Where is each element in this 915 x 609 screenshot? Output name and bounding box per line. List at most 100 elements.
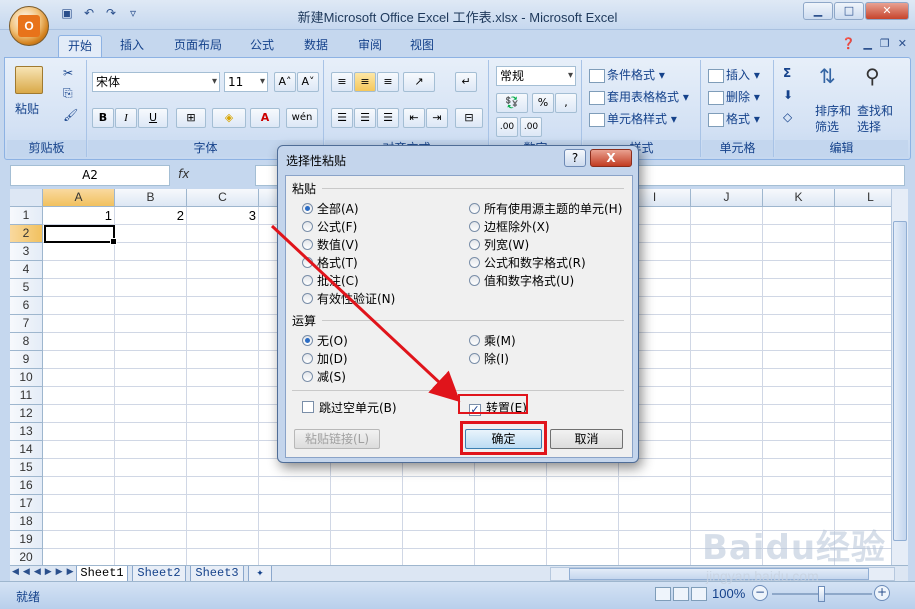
find-binoculars-icon[interactable]: ⚲ xyxy=(865,64,880,88)
align-center-icon[interactable]: ☰ xyxy=(354,108,376,128)
skip-blanks-checkbox[interactable]: 跳过空单元(B) xyxy=(302,399,397,416)
row-header-6[interactable]: 6 xyxy=(10,297,43,315)
row-header-1[interactable]: 1 xyxy=(10,207,43,225)
cell-a1[interactable]: 1 xyxy=(43,207,115,225)
tab-insert[interactable]: 插入 xyxy=(112,35,152,57)
paste-link-button[interactable]: 粘贴链接(L) xyxy=(294,429,380,449)
autosum-button[interactable]: Σ xyxy=(783,66,791,80)
font-size-select[interactable]: 11 xyxy=(224,72,268,92)
paste-option-column-widths[interactable]: 列宽(W) xyxy=(469,236,529,253)
row-header-2[interactable]: 2 xyxy=(10,225,43,243)
paste-option-values-numbers[interactable]: 值和数字格式(U) xyxy=(469,272,574,289)
bold-button[interactable]: B xyxy=(92,108,114,128)
zoom-in-button[interactable]: + xyxy=(874,585,890,601)
operation-add[interactable]: 加(D) xyxy=(302,350,348,367)
align-left-icon[interactable]: ☰ xyxy=(331,108,353,128)
ribbon-restore-icon[interactable]: ❐ xyxy=(880,37,890,50)
operation-none[interactable]: 无(O) xyxy=(302,332,348,349)
operation-divide[interactable]: 除(I) xyxy=(469,350,509,367)
format-cells-button[interactable]: 格式 ▾ xyxy=(708,110,760,127)
column-header-l[interactable]: L xyxy=(835,189,891,207)
sort-filter-label-2[interactable]: 筛选 xyxy=(815,118,839,135)
paste-option-validation[interactable]: 有效性验证(N) xyxy=(302,290,395,307)
shrink-font-icon[interactable]: A˅ xyxy=(297,72,319,92)
help-icon[interactable]: ❓ xyxy=(842,37,856,50)
page-break-view-icon[interactable] xyxy=(691,587,707,601)
row-header-8[interactable]: 8 xyxy=(10,333,43,351)
zoom-level[interactable]: 100% xyxy=(712,586,745,601)
number-format-select[interactable]: 常规 xyxy=(496,66,576,86)
find-select-label-1[interactable]: 查找和 xyxy=(857,102,893,119)
comma-button[interactable]: , xyxy=(555,93,577,113)
cell-style-button[interactable]: 单元格样式 ▾ xyxy=(589,110,677,127)
align-right-icon[interactable]: ☰ xyxy=(377,108,399,128)
paste-option-comments[interactable]: 批注(C) xyxy=(302,272,359,289)
row-header-17[interactable]: 17 xyxy=(10,495,43,513)
page-layout-view-icon[interactable] xyxy=(673,587,689,601)
percent-button[interactable]: % xyxy=(532,93,554,113)
tab-page-layout[interactable]: 页面布局 xyxy=(166,35,230,57)
active-cell-a2[interactable] xyxy=(44,225,117,245)
sheet-tab-3[interactable]: Sheet3 xyxy=(190,566,244,582)
paste-option-all[interactable]: 全部(A) xyxy=(302,200,359,217)
sheet-nav-icons[interactable]: ◀◀◀▶▶▶ xyxy=(12,567,78,577)
align-top-icon[interactable]: ≡ xyxy=(331,72,353,92)
paste-option-values[interactable]: 数值(V) xyxy=(302,236,359,253)
row-header-11[interactable]: 11 xyxy=(10,387,43,405)
border-icon[interactable]: ⊞ xyxy=(176,108,206,128)
row-header-3[interactable]: 3 xyxy=(10,243,43,261)
merge-center-icon[interactable]: ⊟ xyxy=(455,108,483,128)
tab-view[interactable]: 视图 xyxy=(402,35,442,57)
conditional-format-button[interactable]: 条件格式 ▾ xyxy=(589,66,665,83)
paste-option-formulas[interactable]: 公式(F) xyxy=(302,218,357,235)
cut-icon[interactable]: ✂ xyxy=(63,66,73,80)
insert-cells-button[interactable]: 插入 ▾ xyxy=(708,66,760,83)
paste-option-source-theme[interactable]: 所有使用源主题的单元(H) xyxy=(469,200,622,217)
paste-icon[interactable] xyxy=(15,66,43,94)
cell-b1[interactable]: 2 xyxy=(115,207,187,225)
cell-c1[interactable]: 3 xyxy=(187,207,259,225)
vertical-scroll-thumb[interactable] xyxy=(893,221,907,541)
copy-icon[interactable]: ⎘ xyxy=(63,86,73,101)
wrap-text-icon[interactable]: ↵ xyxy=(455,72,477,92)
normal-view-icon[interactable] xyxy=(655,587,671,601)
row-header-7[interactable]: 7 xyxy=(10,315,43,333)
column-header-j[interactable]: J xyxy=(691,189,763,207)
zoom-slider-thumb[interactable] xyxy=(818,586,825,602)
row-header-15[interactable]: 15 xyxy=(10,459,43,477)
row-header-14[interactable]: 14 xyxy=(10,441,43,459)
row-header-19[interactable]: 19 xyxy=(10,531,43,549)
fill-color-icon[interactable]: ◈ xyxy=(212,108,246,128)
font-name-select[interactable]: 宋体 xyxy=(92,72,220,92)
phonetic-button[interactable]: wén xyxy=(286,108,318,128)
sheet-tab-1[interactable]: Sheet1 xyxy=(76,566,128,582)
name-box[interactable]: A2 xyxy=(10,165,170,186)
ribbon-close-icon[interactable]: ✕ xyxy=(898,37,907,50)
delete-cells-button[interactable]: 删除 ▾ xyxy=(708,88,760,105)
align-bottom-icon[interactable]: ≡ xyxy=(377,72,399,92)
clear-icon[interactable]: ◇ xyxy=(783,110,792,124)
insert-function-button[interactable]: fx xyxy=(178,167,256,185)
ribbon-minimize-icon[interactable]: ▁ xyxy=(863,37,871,50)
decrease-indent-icon[interactable]: ⇤ xyxy=(403,108,425,128)
operation-subtract[interactable]: 减(S) xyxy=(302,368,346,385)
column-header-a[interactable]: A xyxy=(43,189,115,207)
sort-filter-label-1[interactable]: 排序和 xyxy=(815,102,851,119)
row-header-10[interactable]: 10 xyxy=(10,369,43,387)
tab-formulas[interactable]: 公式 xyxy=(242,35,282,57)
row-header-13[interactable]: 13 xyxy=(10,423,43,441)
underline-button[interactable]: U xyxy=(138,108,168,128)
format-painter-icon[interactable]: 🖌 xyxy=(63,108,78,122)
cancel-button[interactable]: 取消 xyxy=(550,429,623,449)
operation-multiply[interactable]: 乘(M) xyxy=(469,332,516,349)
tab-home[interactable]: 开始 xyxy=(58,35,102,57)
find-select-label-2[interactable]: 选择 xyxy=(857,118,881,135)
decrease-decimal-button[interactable]: .00 xyxy=(520,117,542,137)
row-header-12[interactable]: 12 xyxy=(10,405,43,423)
row-header-18[interactable]: 18 xyxy=(10,513,43,531)
italic-button[interactable]: I xyxy=(115,108,137,128)
fill-icon[interactable]: ⬇ xyxy=(783,88,793,102)
vertical-scrollbar[interactable] xyxy=(891,189,908,565)
paste-option-no-borders[interactable]: 边框除外(X) xyxy=(469,218,550,235)
dialog-close-button[interactable]: X xyxy=(590,149,632,167)
